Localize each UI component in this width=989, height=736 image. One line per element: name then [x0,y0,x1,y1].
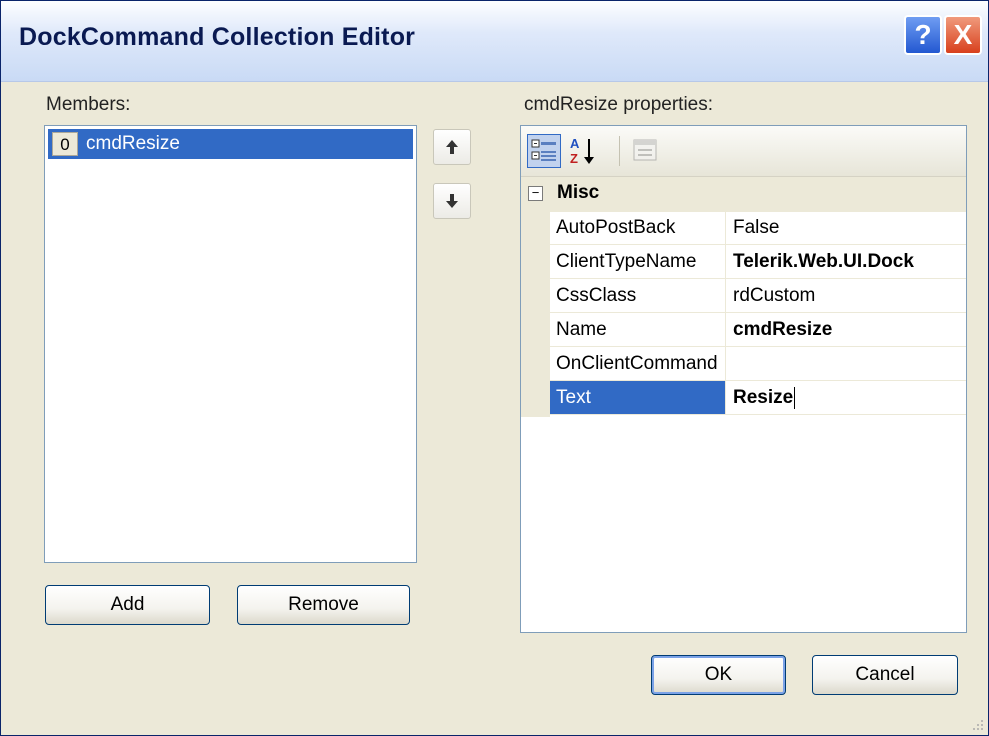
property-row-onclientcommand[interactable]: OnClientCommand [550,347,966,381]
toolbar-separator [619,136,620,166]
property-value[interactable]: cmdResize [727,313,966,346]
categorized-icon [531,139,556,161]
categorized-button[interactable] [527,134,561,168]
move-up-button[interactable] [433,129,471,165]
members-listbox[interactable]: 0 cmdResize [44,125,417,563]
property-pages-icon [633,139,657,161]
property-value[interactable]: rdCustom [727,279,966,312]
arrow-down-icon [446,194,458,208]
property-grid-toolbar: A Z [521,126,966,177]
close-button[interactable]: X [944,15,982,55]
property-value[interactable]: Telerik.Web.UI.Dock [727,245,966,278]
resize-grip-icon[interactable] [972,719,984,731]
property-pages-button[interactable] [629,134,663,168]
property-name[interactable]: AutoPostBack [550,211,726,244]
property-value-text: Resize [733,387,794,408]
alphabetical-button[interactable]: A Z [567,134,601,168]
collapse-icon[interactable]: − [528,186,543,201]
property-value[interactable] [727,347,966,380]
property-grid[interactable]: A Z − Misc AutoPostBack False ClientType… [520,125,967,633]
property-row-autopostback[interactable]: AutoPostBack False [550,211,966,245]
svg-text:Z: Z [570,151,578,166]
list-item-index: 0 [52,132,78,156]
ok-button[interactable]: OK [651,655,786,695]
move-down-button[interactable] [433,183,471,219]
list-item-label: cmdResize [86,133,180,154]
property-value[interactable]: False [727,211,966,244]
collection-editor-dialog: DockCommand Collection Editor ? X Member… [0,0,989,736]
list-item[interactable]: 0 cmdResize [48,129,413,159]
property-name[interactable]: CssClass [550,279,726,312]
property-row-cssclass[interactable]: CssClass rdCustom [550,279,966,313]
property-row-text[interactable]: Text Resize [550,381,966,415]
help-button[interactable]: ? [904,15,942,55]
properties-label: cmdResize properties: [524,94,714,115]
alphabetical-icon: A Z [570,136,594,166]
title-bar[interactable]: DockCommand Collection Editor ? X [1,1,988,82]
property-name[interactable]: OnClientCommand [550,347,726,380]
property-name[interactable]: ClientTypeName [550,245,726,278]
grid-left-margin [521,211,550,417]
members-label: Members: [46,94,131,115]
category-label: Misc [557,182,600,203]
window-title: DockCommand Collection Editor [19,23,416,51]
arrow-up-icon [446,140,458,154]
property-row-name[interactable]: Name cmdResize [550,313,966,347]
category-row-misc[interactable]: − Misc [521,177,966,212]
svg-text:A: A [570,136,580,151]
add-button[interactable]: Add [45,585,210,625]
property-row-clienttypename[interactable]: ClientTypeName Telerik.Web.UI.Dock [550,245,966,279]
property-name[interactable]: Name [550,313,726,346]
property-name[interactable]: Text [550,381,726,414]
property-value-editor[interactable]: Resize [727,381,966,414]
text-caret [794,386,796,409]
remove-button[interactable]: Remove [237,585,410,625]
cancel-button[interactable]: Cancel [812,655,958,695]
